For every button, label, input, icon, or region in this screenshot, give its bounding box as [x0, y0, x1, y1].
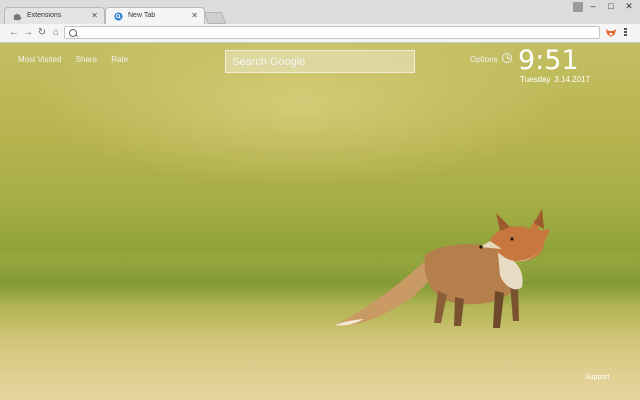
fox-extension-icon[interactable] [606, 28, 616, 38]
tab-strip: Extensions ✕ New Tab ✕ – □ ✕ [0, 0, 640, 24]
tab-label: Extensions [27, 12, 62, 19]
clock-time: 9:51 [518, 45, 579, 76]
home-icon[interactable]: ⌂ [50, 27, 62, 39]
minimize-button[interactable]: – [584, 0, 602, 12]
tab-extensions[interactable]: Extensions ✕ [4, 7, 105, 24]
profile-icon[interactable] [573, 2, 583, 12]
date-day: Tuesday [520, 75, 551, 84]
back-arrow-icon[interactable]: ← [8, 27, 20, 39]
close-icon[interactable]: ✕ [91, 8, 98, 24]
share-link[interactable]: Share [76, 55, 97, 64]
maximize-button[interactable]: □ [602, 0, 620, 12]
puzzle-icon [13, 13, 22, 21]
menu-icon[interactable] [624, 28, 627, 38]
rate-link[interactable]: Rate [111, 55, 128, 64]
close-icon[interactable]: ✕ [191, 8, 198, 24]
search-icon [114, 12, 123, 21]
close-window-button[interactable]: ✕ [620, 0, 638, 12]
new-tab-button[interactable] [203, 12, 227, 24]
search-box [225, 50, 415, 73]
support-link[interactable]: Support [585, 374, 610, 381]
tab-label: New Tab [128, 12, 156, 19]
top-links: Most Visited Share Rate [18, 55, 140, 64]
clock-date: Tuesday 3.14.2017 [520, 75, 594, 84]
clock-icon[interactable] [502, 53, 512, 63]
search-icon [69, 29, 77, 37]
forward-arrow-icon[interactable]: → [22, 27, 34, 39]
reload-icon[interactable]: ↻ [36, 27, 48, 39]
search-input[interactable] [226, 51, 414, 72]
most-visited-link[interactable]: Most Visited [18, 55, 61, 64]
browser-toolbar: ← → ↻ ⌂ [0, 24, 640, 43]
fox-photo [335, 209, 550, 328]
tab-new-tab[interactable]: New Tab ✕ [105, 7, 205, 24]
date-value: 3.14.2017 [554, 75, 590, 84]
address-bar[interactable] [64, 26, 600, 39]
new-tab-page: Most Visited Share Rate Options 9:51 Tue… [0, 43, 640, 400]
options-link[interactable]: Options [470, 55, 498, 64]
